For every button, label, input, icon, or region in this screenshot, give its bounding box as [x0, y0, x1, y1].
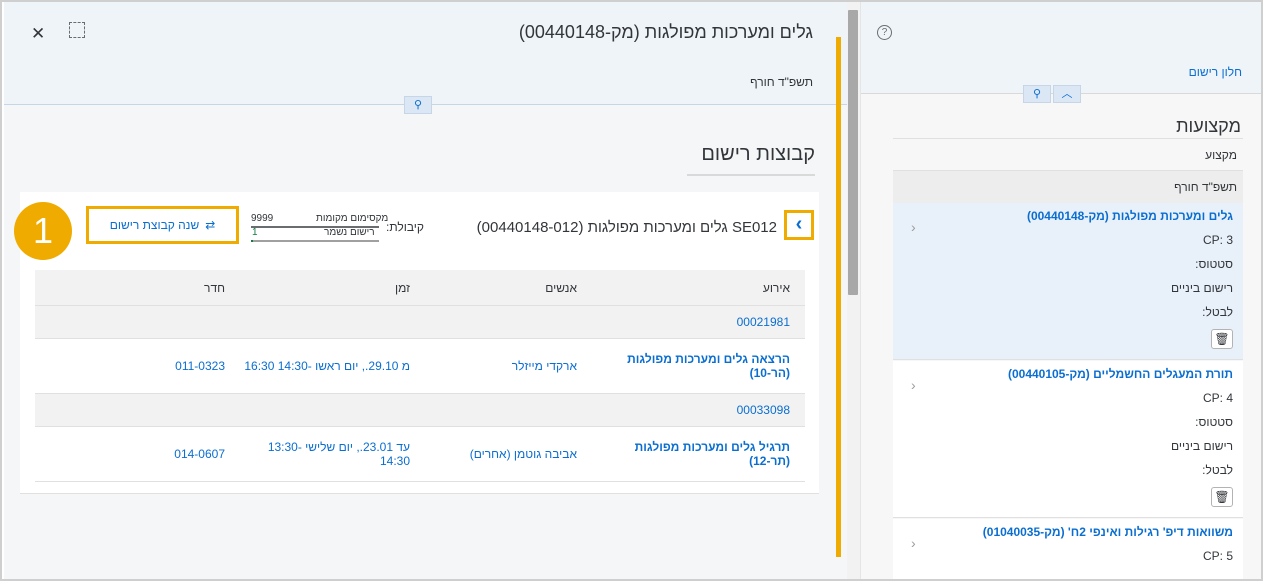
table-header: אירוע אנשים זמן חדר [35, 270, 805, 306]
main-panel: ✕ גלים ומערכות מפולגות (מק-00440148) תשפ… [4, 2, 847, 579]
page-title: גלים ומערכות מפולגות (מק-00440148) [518, 22, 813, 42]
chevron-left-icon[interactable]: ‹ [911, 535, 916, 551]
header-people: אנשים [545, 281, 577, 295]
course-card[interactable]: משוואות דיפ' רגילות ואינפי 2ח' (מק-01040… [893, 519, 1243, 579]
header-event: אירוע [762, 281, 790, 295]
help-icon[interactable]: ? [877, 25, 892, 40]
status-label: סטטוס: [1195, 257, 1233, 271]
status-label: סטטוס: [1195, 415, 1233, 429]
registration-group-card: ‹ SE012 גלים ומערכות מפולגות (00440148-0… [20, 192, 819, 494]
time-link[interactable]: מ 29.10., יום ראשו -14:30 16:30 [240, 359, 425, 373]
swap-icon: ⇄ [205, 218, 216, 232]
highlight-bar [836, 37, 841, 557]
people-link[interactable]: אביבה גוטמן (אחרים) [425, 447, 592, 461]
semester-row: תשפ"ד חורף [893, 171, 1243, 204]
change-group-button[interactable]: ⇄ שנה קבוצת רישום [86, 206, 239, 244]
close-icon[interactable]: ✕ [31, 24, 45, 44]
table-group-row[interactable]: 00021981 [35, 306, 805, 339]
course-title: משוואות דיפ' רגילות ואינפי 2ח' (מק-01040… [982, 525, 1233, 539]
room-link[interactable]: 014-0607 [35, 447, 240, 461]
saved-registrations-label: רישום נשמר [324, 227, 375, 238]
time-link[interactable]: עד 23.01., יום שלישי -13:30 14:30 [240, 440, 425, 468]
header-room: חדר [204, 281, 225, 295]
registration-window-link[interactable]: חלון רישום [1189, 65, 1242, 79]
pin-icon[interactable]: ⚲ [404, 96, 432, 114]
courses-title: מקצועות [1176, 116, 1241, 136]
change-group-label: שנה קבוצת רישום [109, 218, 200, 232]
pin-icon[interactable]: ⚲ [1023, 85, 1051, 103]
header-buttons: ⚲ ︿ [1023, 85, 1081, 103]
header-time: זמן [395, 281, 410, 295]
credit-points: CP: 4 [1202, 391, 1233, 405]
chevron-left-icon[interactable]: ‹ [911, 219, 916, 235]
table-row: הרצאה גלים ומערכות מפולגות (הר-10) ארקדי… [35, 339, 805, 394]
people-link[interactable]: ארקדי מייזלר [425, 359, 592, 373]
section-title: קבוצות רישום [701, 143, 815, 165]
callout-badge: 1 [14, 202, 72, 260]
chevron-up-icon[interactable]: ︿ [1053, 85, 1081, 103]
scrollbar-thumb[interactable] [848, 10, 858, 295]
saved-registrations-fill [251, 240, 253, 242]
app-frame: ✕ גלים ומערכות מפולגות (מק-00440148) תשפ… [0, 0, 1263, 581]
max-places-label: מקסימום מקומות [316, 213, 389, 224]
capacity-label: קיבולת: [386, 220, 424, 234]
events-table: אירוע אנשים זמן חדר 00021981 הרצאה גלים … [35, 270, 805, 482]
event-link[interactable]: הרצאה גלים ומערכות מפולגות (הר-10) [592, 352, 805, 380]
saved-registrations-value: 1 [252, 227, 258, 238]
max-places-value: 9999 [251, 213, 274, 224]
column-header-course: מקצוע [893, 138, 1243, 171]
trash-icon[interactable]: 🗑 [1211, 487, 1233, 507]
credit-points: CP: 3 [1202, 233, 1233, 247]
status-value: רישום ביניים [1171, 439, 1233, 453]
event-link[interactable]: תרגיל גלים ומערכות מפולגות (תר-12) [592, 440, 805, 468]
scrollbar[interactable] [847, 2, 860, 579]
table-group-row[interactable]: 00033098 [35, 394, 805, 427]
status-value: רישום ביניים [1171, 281, 1233, 295]
cancel-label: לבטל: [1202, 305, 1233, 319]
course-card-selected[interactable]: גלים ומערכות מפולגות (מק-00440148) CP: 3… [893, 203, 1243, 360]
page-subtitle: תשפ"ד חורף [750, 75, 813, 89]
courses-header: ? חלון רישום ⚲ ︿ [861, 2, 1261, 103]
courses-panel: ? חלון רישום ⚲ ︿ מקצועות מקצוע תשפ"ד חור… [860, 2, 1261, 579]
chevron-left-icon[interactable]: ‹ [911, 377, 916, 393]
expand-icon[interactable] [69, 22, 85, 38]
saved-registrations-bar [251, 240, 379, 242]
room-link[interactable]: 011-0323 [35, 359, 240, 373]
cancel-label: לבטל: [1202, 463, 1233, 477]
main-header: ✕ גלים ומערכות מפולגות (מק-00440148) תשפ… [4, 2, 847, 105]
section-underline [687, 174, 815, 176]
course-title: תורת המעגלים החשמליים (מק-00440105) [1007, 367, 1233, 381]
table-row: תרגיל גלים ומערכות מפולגות (תר-12) אביבה… [35, 427, 805, 482]
credit-points: CP: 5 [1202, 549, 1233, 563]
chevron-left-icon[interactable]: ‹ [784, 210, 814, 240]
course-title: גלים ומערכות מפולגות (מק-00440148) [1026, 209, 1233, 223]
trash-icon[interactable]: 🗑 [1211, 329, 1233, 349]
course-card[interactable]: תורת המעגלים החשמליים (מק-00440105) CP: … [893, 361, 1243, 518]
group-title: SE012 גלים ומערכות מפולגות (00440148-012… [476, 219, 777, 236]
